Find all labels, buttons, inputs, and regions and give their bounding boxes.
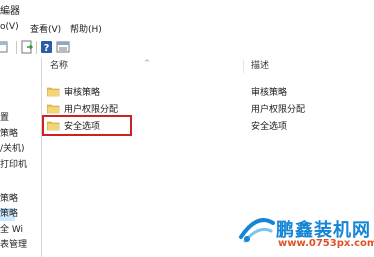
tree-item[interactable]: 打印机 (0, 159, 27, 172)
properties-icon[interactable] (56, 40, 70, 54)
toolbar: ? (0, 37, 374, 59)
item-name: 用户权限分配 (64, 105, 119, 115)
watermark-logo-icon (239, 218, 275, 243)
folder-icon (47, 87, 60, 97)
title-bar (0, 0, 374, 19)
menu-view[interactable]: 查看(V) (30, 22, 61, 35)
column-header-description[interactable]: 描述 (251, 58, 269, 74)
watermark-url: www.0753px.com (278, 238, 374, 249)
item-description: 用户权限分配 (251, 105, 306, 115)
tree-item-selected[interactable]: 策略 (0, 208, 18, 221)
help-icon[interactable]: ? (40, 40, 54, 54)
window-title: 編器 (0, 6, 20, 17)
tree-item[interactable]: 全 Wi (0, 224, 23, 237)
svg-text:?: ? (44, 43, 50, 54)
sort-up-icon: ^ (144, 59, 150, 67)
item-name: 审核策略 (64, 88, 101, 98)
menu-action[interactable]: o(V) (0, 22, 19, 32)
item-description: 安全选项 (251, 122, 288, 132)
column-divider[interactable] (243, 60, 244, 73)
item-description: 审核策略 (251, 88, 288, 98)
tree-item[interactable]: 置 (0, 112, 9, 125)
tree-item[interactable]: 表管理 (0, 239, 27, 252)
column-header-name[interactable]: 名称 (50, 58, 68, 74)
back-icon[interactable] (0, 40, 10, 54)
menu-help[interactable]: 帮助(H) (70, 22, 102, 35)
export-list-icon[interactable] (20, 40, 34, 54)
tree-item[interactable]: 策略 (0, 128, 18, 141)
list-item[interactable]: 审核策略 审核策略 (42, 83, 374, 100)
folder-icon (47, 104, 60, 114)
tree-item[interactable]: 策略 (0, 193, 18, 206)
tree-item[interactable]: /关机) (0, 143, 25, 156)
highlight-annotation (42, 115, 132, 136)
